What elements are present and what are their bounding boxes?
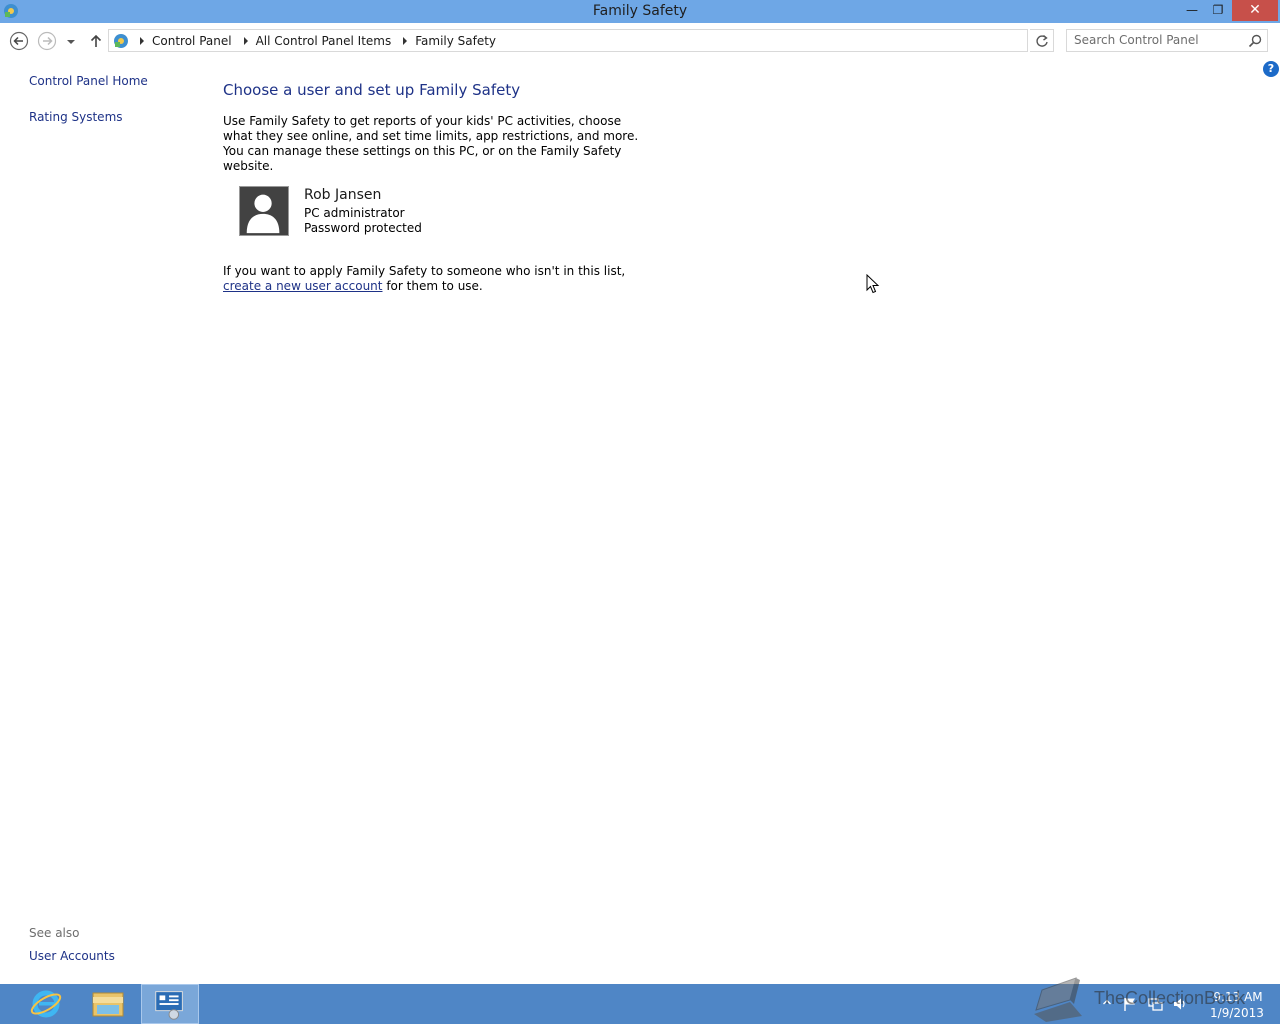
user-silhouette-icon <box>246 194 280 234</box>
page-title: Choose a user and set up Family Safety <box>223 81 521 99</box>
intro-text: Use Family Safety to get reports of your… <box>223 114 639 173</box>
breadcrumb: Control Panel All Control Panel Items Fa… <box>134 34 502 48</box>
refresh-button[interactable] <box>1030 29 1054 52</box>
apply-note-suffix: for them to use. <box>382 279 483 293</box>
recent-locations-icon[interactable] <box>64 31 78 51</box>
navigation-bar: Control Panel All Control Panel Items Fa… <box>0 23 1280 58</box>
book-icon <box>1034 977 1082 1022</box>
breadcrumb-separator-icon[interactable] <box>243 37 248 45</box>
forward-arrow-icon[interactable] <box>37 31 57 51</box>
control-panel-home-link[interactable]: Control Panel Home <box>29 74 148 88</box>
help-icon[interactable]: ? <box>1263 61 1279 77</box>
see-also-label: See also <box>29 926 80 940</box>
minimize-button[interactable]: — <box>1179 0 1205 21</box>
search-box[interactable] <box>1066 29 1268 52</box>
breadcrumb-separator-icon[interactable] <box>403 37 408 45</box>
search-icon[interactable] <box>1247 33 1263 49</box>
refresh-icon <box>1036 34 1048 47</box>
breadcrumb-family-safety[interactable]: Family Safety <box>415 34 496 48</box>
watermark: TheCollectionBook <box>1030 976 1270 1024</box>
control-panel-icon <box>155 991 183 1020</box>
watermark-text: TheCollectionBook <box>1094 988 1246 1008</box>
address-bar[interactable]: Control Panel All Control Panel Items Fa… <box>108 29 1130 52</box>
breadcrumb-control-panel[interactable]: Control Panel <box>152 34 232 48</box>
taskbar-internet-explorer[interactable] <box>17 984 75 1024</box>
user-tile-rob-jansen[interactable]: Rob Jansen PC administrator Password pro… <box>239 186 422 238</box>
window-title: Family Safety <box>592 3 688 19</box>
user-role: PC administrator <box>304 206 405 220</box>
up-arrow-icon[interactable] <box>86 31 106 51</box>
create-new-user-account-link[interactable]: create a new user account <box>223 279 383 293</box>
search-input[interactable] <box>1074 33 1244 47</box>
apply-note: If you want to apply Family Safety to so… <box>223 264 655 294</box>
taskbar-control-panel[interactable] <box>141 984 199 1024</box>
apply-note-prefix: If you want to apply Family Safety to so… <box>223 264 626 278</box>
close-button[interactable]: ✕ <box>1232 0 1278 21</box>
breadcrumb-separator-icon[interactable] <box>140 37 144 45</box>
rating-systems-link[interactable]: Rating Systems <box>29 110 123 124</box>
title-bar: Family Safety — ❐ ✕ <box>0 0 1280 23</box>
internet-explorer-icon <box>30 990 62 1018</box>
taskbar-file-explorer[interactable] <box>79 984 137 1024</box>
control-panel-location-icon <box>114 34 128 48</box>
breadcrumb-all-items[interactable]: All Control Panel Items <box>256 34 392 48</box>
back-arrow-icon[interactable] <box>9 31 29 51</box>
user-accounts-link[interactable]: User Accounts <box>29 949 115 963</box>
user-password-status: Password protected <box>304 221 422 235</box>
mouse-cursor-icon <box>866 274 880 294</box>
user-name: Rob Jansen <box>304 187 382 203</box>
avatar <box>239 186 289 236</box>
maximize-button[interactable]: ❐ <box>1205 0 1231 21</box>
folder-icon <box>92 992 124 1017</box>
